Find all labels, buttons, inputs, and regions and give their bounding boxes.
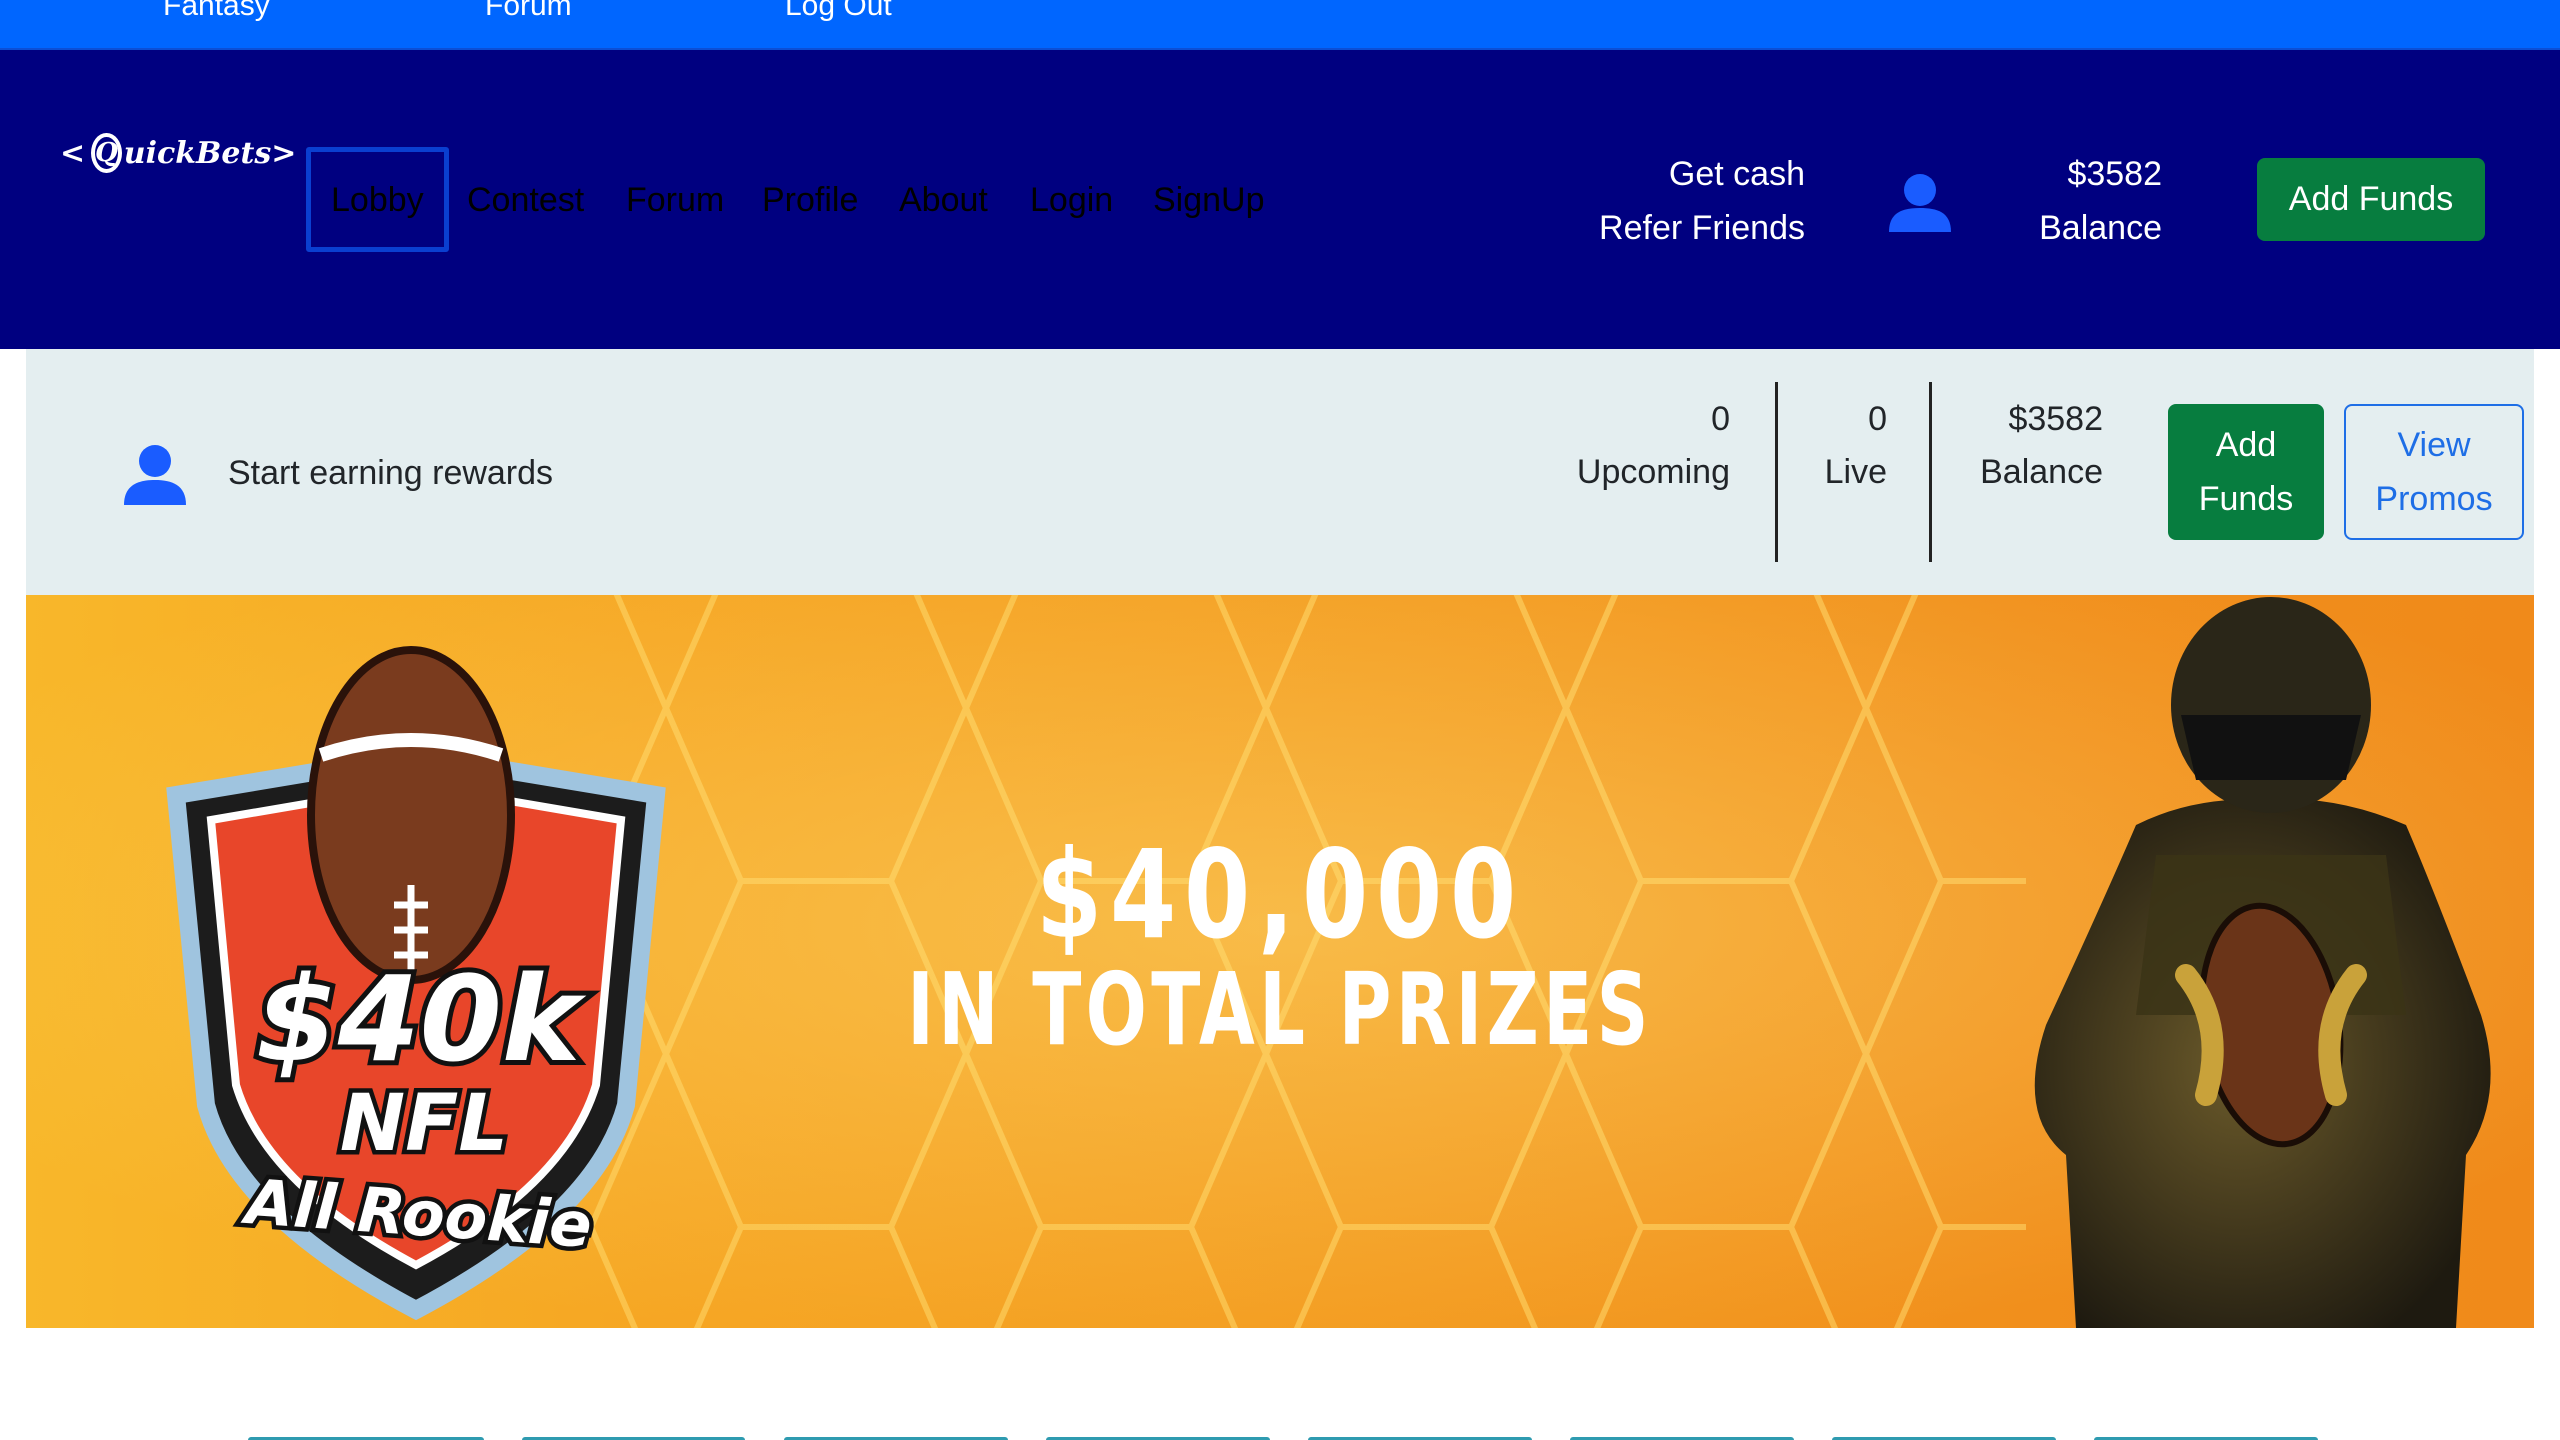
refer-friends-link[interactable]: Get cash Refer Friends	[1540, 147, 1805, 255]
top-link-forum[interactable]: Forum	[485, 0, 572, 26]
stat-upcoming: 0 Upcoming	[1530, 393, 1730, 499]
stat-upcoming-label: Upcoming	[1576, 453, 1730, 491]
logo-chevron-right: >	[271, 135, 297, 171]
nav-link-profile[interactable]: Profile	[762, 178, 858, 222]
user-icon	[124, 445, 186, 505]
nav-add-funds-button[interactable]: Add Funds	[2257, 158, 2485, 241]
top-link-fantasy[interactable]: Fantasy	[163, 0, 270, 26]
nav-link-lobby[interactable]: Lobby	[331, 178, 424, 222]
prize-amount: $40,000	[1035, 824, 1525, 966]
quickbets-logo[interactable]: < Q uickBets >	[60, 118, 296, 188]
view-promos-button[interactable]: View Promos	[2344, 404, 2524, 540]
football-player-image	[2034, 597, 2491, 1328]
summary-add-funds-button[interactable]: Add Funds	[2168, 404, 2324, 540]
add-funds-line2: Funds	[2198, 480, 2294, 518]
stat-upcoming-count: 0	[1711, 400, 1730, 438]
logo-chevron-left: <	[60, 135, 86, 171]
refer-line2: Refer Friends	[1599, 209, 1805, 247]
stat-divider	[1929, 382, 1932, 562]
add-funds-line1: Add	[2215, 426, 2277, 464]
prize-caption: IN TOTAL PRIZES	[907, 951, 1653, 1068]
stat-live: 0 Live	[1800, 393, 1887, 499]
promo-banner[interactable]: $40k NFL All Rookie $40,000 IN TOTAL PRI…	[26, 595, 2534, 1328]
stat-divider	[1775, 382, 1778, 562]
logo-text: uickBets	[123, 135, 272, 171]
stat-balance-label: Balance	[1980, 453, 2103, 491]
view-promos-line2: Promos	[2375, 480, 2493, 518]
refer-line1: Get cash	[1668, 155, 1805, 193]
nav-link-login[interactable]: Login	[1030, 178, 1113, 222]
user-icon[interactable]	[1885, 172, 1955, 232]
badge-league: NFL	[340, 1079, 508, 1169]
nav-link-contest[interactable]: Contest	[467, 178, 584, 222]
stat-live-count: 0	[1868, 400, 1887, 438]
stat-balance: $3582 Balance	[1950, 393, 2103, 499]
nav-link-signup[interactable]: SignUp	[1153, 178, 1265, 222]
view-promos-line1: View	[2397, 426, 2471, 464]
rewards-text[interactable]: Start earning rewards	[228, 450, 553, 496]
nav-balance-label: Balance	[2039, 209, 2162, 247]
nav-balance-amount: $3582	[2067, 155, 2162, 193]
nav-link-about[interactable]: About	[899, 178, 988, 222]
nav-link-forum[interactable]: Forum	[626, 178, 724, 222]
top-link-logout[interactable]: Log Out	[785, 0, 892, 26]
nav-balance: $3582 Balance	[2010, 147, 2162, 255]
stat-live-label: Live	[1824, 453, 1887, 491]
logo-q-mark: Q	[91, 133, 122, 173]
top-strip: Fantasy Forum Log Out	[0, 0, 2560, 50]
stat-balance-amount: $3582	[2008, 400, 2103, 438]
